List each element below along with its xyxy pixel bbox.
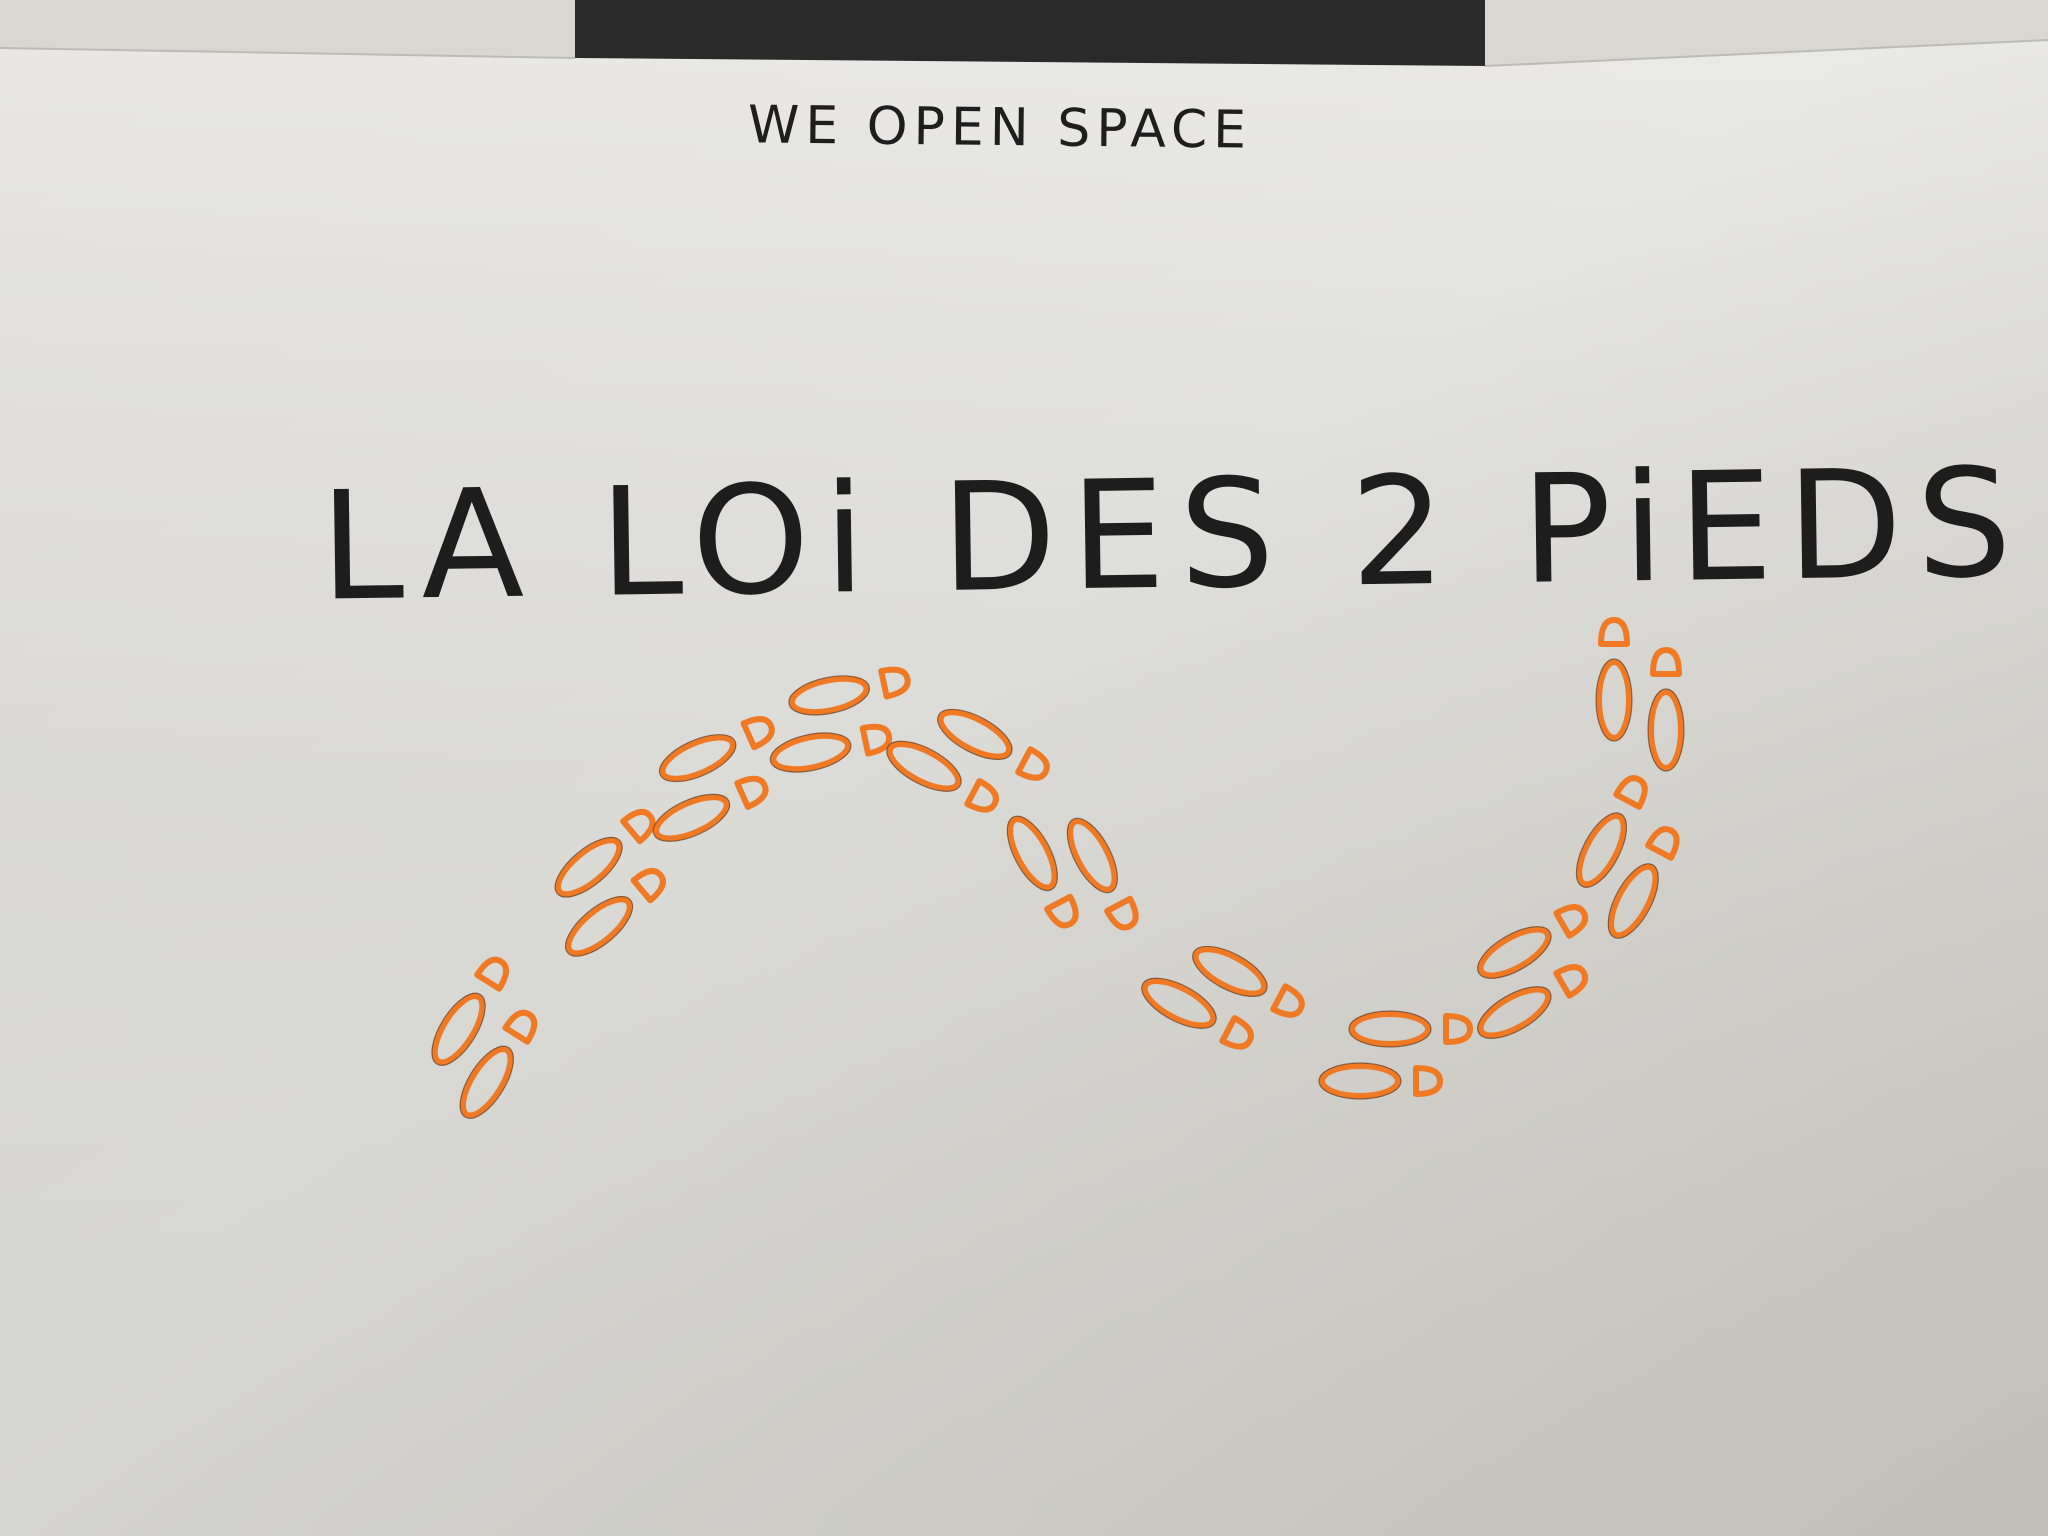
footprint-pair [1006, 815, 1139, 931]
footprint-pair [886, 708, 1050, 813]
photo-scene: WE OPEN SPACE LA LOi DES 2 PiEDS [0, 0, 2048, 1536]
footprint-pair [1575, 775, 1680, 939]
footprint-pair [431, 956, 538, 1119]
footprints-icon [431, 617, 1685, 1119]
footprint-pair [1318, 1010, 1473, 1100]
footprint-pair [554, 808, 666, 957]
footprint-pair [1141, 945, 1305, 1050]
footprint-pair [1595, 617, 1685, 772]
